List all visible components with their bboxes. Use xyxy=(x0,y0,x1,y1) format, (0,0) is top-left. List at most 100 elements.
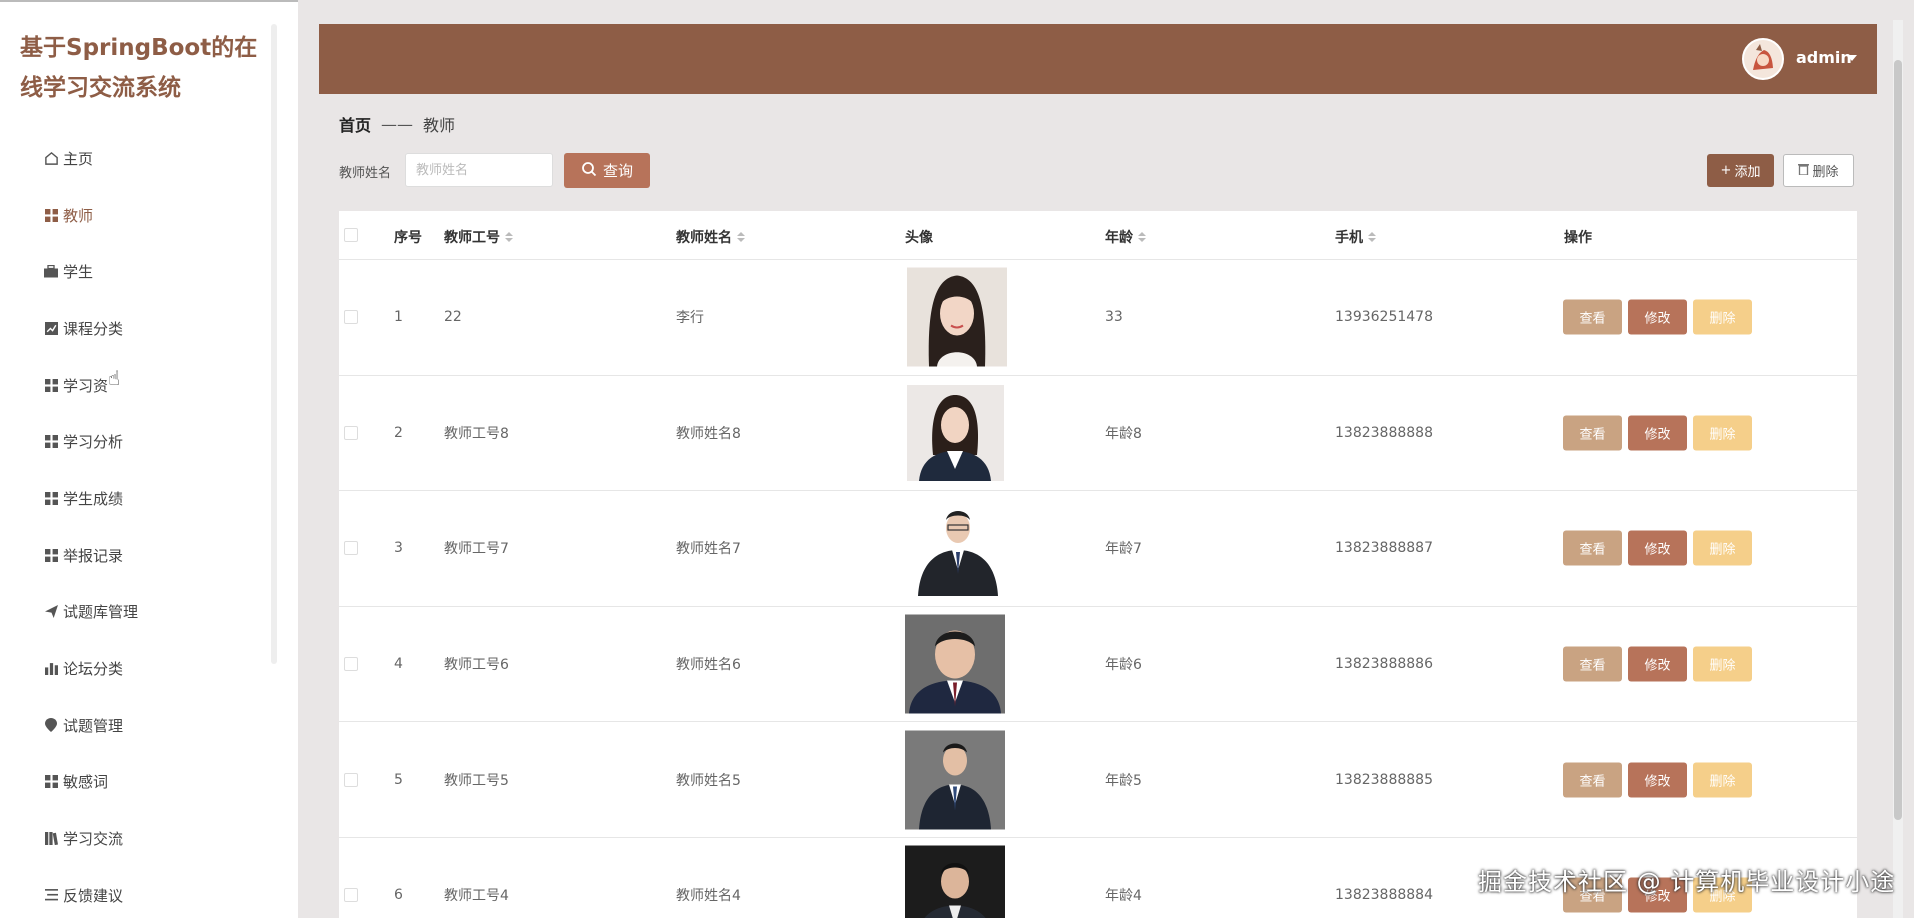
edit-button[interactable]: 修改 xyxy=(1628,762,1687,798)
row-actions: 查看 修改 删除 xyxy=(1563,299,1752,335)
sidebar-item-report-records[interactable]: 举报记录 xyxy=(0,527,270,584)
plus-icon: + xyxy=(1720,163,1732,178)
username[interactable]: admin xyxy=(1796,48,1852,67)
teacher-photo[interactable] xyxy=(912,500,1004,597)
grid-icon xyxy=(43,207,59,223)
query-button[interactable]: 查询 xyxy=(564,153,650,188)
cell-index: 5 xyxy=(394,771,403,788)
row-checkbox[interactable] xyxy=(344,888,358,903)
location-pin-icon xyxy=(43,717,59,733)
sidebar-item-learning-resources[interactable]: 学习资 xyxy=(0,357,270,414)
column-header-avatar: 头像 xyxy=(905,227,933,247)
add-button[interactable]: + 添加 xyxy=(1707,154,1774,187)
table-row: 3 教师工号7 教师姓名7 年龄7 13823888887 查看 修改 删除 xyxy=(339,490,1857,606)
sidebar-scrollbar[interactable] xyxy=(271,24,277,664)
row-checkbox[interactable] xyxy=(344,657,358,672)
row-actions: 查看 修改 删除 xyxy=(1563,646,1752,682)
sidebar-item-student[interactable]: 学生 xyxy=(0,243,270,300)
row-checkbox[interactable] xyxy=(344,541,358,556)
teacher-photo[interactable] xyxy=(905,614,1005,714)
row-checkbox[interactable] xyxy=(344,772,358,787)
sidebar-item-label: 论坛分类 xyxy=(63,660,124,679)
teacher-photo[interactable] xyxy=(905,730,1005,830)
sidebar-item-home[interactable]: 主页 xyxy=(0,130,270,187)
column-header-label: 教师工号 xyxy=(444,230,500,246)
teacher-photo[interactable] xyxy=(907,384,1004,481)
breadcrumb-home[interactable]: 首页 xyxy=(339,112,371,136)
sort-icon[interactable] xyxy=(737,232,745,242)
sidebar-item-feedback[interactable]: 反馈建议 xyxy=(0,867,270,918)
sidebar-item-label: 敏感词 xyxy=(63,773,109,792)
sidebar-item-label: 试题管理 xyxy=(63,716,124,735)
column-header-age[interactable]: 年龄 xyxy=(1105,227,1146,247)
sidebar-item-question-bank[interactable]: 试题库管理 xyxy=(0,584,270,641)
cell-index: 4 xyxy=(394,656,403,673)
column-header-operations: 操作 xyxy=(1564,227,1592,247)
chevron-down-icon[interactable] xyxy=(1847,55,1857,61)
watermark: 掘金技术社区 @ 计算机毕业设计小途 xyxy=(1478,868,1896,896)
query-button-label: 查询 xyxy=(602,162,633,180)
column-header-label: 序号 xyxy=(394,230,422,246)
delete-button[interactable]: 删除 xyxy=(1693,415,1752,451)
sidebar-item-learning-exchange[interactable]: 学习交流 xyxy=(0,810,270,867)
cell-code: 教师工号7 xyxy=(444,541,509,558)
column-header-name[interactable]: 教师姓名 xyxy=(676,227,745,247)
page-scrollbar-thumb[interactable] xyxy=(1894,60,1902,820)
edit-button[interactable]: 修改 xyxy=(1628,646,1687,682)
view-button[interactable]: 查看 xyxy=(1563,762,1622,798)
sidebar-item-teacher[interactable]: 教师 xyxy=(0,187,270,244)
delete-button[interactable]: 删除 xyxy=(1693,646,1752,682)
sidebar-item-course-category[interactable]: 课程分类 xyxy=(0,300,270,357)
teacher-photo[interactable] xyxy=(907,267,1007,367)
search-icon xyxy=(581,161,597,181)
grid-icon xyxy=(43,434,59,450)
sidebar-item-student-scores[interactable]: 学生成绩 xyxy=(0,470,270,527)
sidebar-item-label: 学生 xyxy=(63,263,94,282)
delete-button[interactable]: 删除 xyxy=(1693,299,1752,335)
sidebar-menu: 主页 教师 学生 课程分类 学习资 学习分析 学生成绩 举报记录 试题库管理 论… xyxy=(0,130,270,918)
page-scrollbar[interactable] xyxy=(1893,20,1903,918)
grid-icon xyxy=(43,547,59,563)
column-header-label: 手机 xyxy=(1335,230,1363,246)
column-header-phone[interactable]: 手机 xyxy=(1335,227,1376,247)
sidebar-item-sensitive-words[interactable]: 敏感词 xyxy=(0,754,270,811)
view-button[interactable]: 查看 xyxy=(1563,530,1622,566)
cell-code: 教师工号6 xyxy=(444,657,509,674)
row-checkbox[interactable] xyxy=(344,310,358,325)
teacher-photo[interactable] xyxy=(905,845,1005,918)
sidebar-item-question-management[interactable]: 试题管理 xyxy=(0,697,270,754)
delete-button[interactable]: 删除 xyxy=(1693,762,1752,798)
row-checkbox[interactable] xyxy=(344,425,358,440)
sort-icon[interactable] xyxy=(1368,232,1376,242)
user-avatar[interactable] xyxy=(1742,38,1784,80)
search-input[interactable] xyxy=(405,153,553,187)
batch-delete-button[interactable]: 删除 xyxy=(1783,154,1854,187)
sidebar-item-label: 举报记录 xyxy=(63,546,124,565)
cell-phone: 13823888886 xyxy=(1335,656,1433,673)
table-row: 1 22 李行 33 13936251478 查看 修改 删除 xyxy=(339,259,1857,375)
column-header-label: 教师姓名 xyxy=(676,230,732,246)
delete-button[interactable]: 删除 xyxy=(1693,530,1752,566)
view-button[interactable]: 查看 xyxy=(1563,299,1622,335)
view-button[interactable]: 查看 xyxy=(1563,646,1622,682)
row-actions: 查看 修改 删除 xyxy=(1563,762,1752,798)
grid-icon xyxy=(43,377,59,393)
row-actions: 查看 修改 删除 xyxy=(1563,415,1752,451)
edit-button[interactable]: 修改 xyxy=(1628,415,1687,451)
edit-button[interactable]: 修改 xyxy=(1628,299,1687,335)
sidebar-item-learning-analysis[interactable]: 学习分析 xyxy=(0,413,270,470)
column-header-label: 年龄 xyxy=(1105,230,1133,246)
add-button-label: 添加 xyxy=(1734,165,1761,180)
sort-icon[interactable] xyxy=(1138,232,1146,242)
select-all-checkbox[interactable] xyxy=(344,228,358,242)
view-button[interactable]: 查看 xyxy=(1563,415,1622,451)
sort-icon[interactable] xyxy=(505,232,513,242)
sidebar-item-forum-category[interactable]: 论坛分类 xyxy=(0,640,270,697)
sidebar: 基于SpringBoot的在线学习交流系统 主页 教师 学生 课程分类 学习资 … xyxy=(0,0,298,918)
delete-button-label: 删除 xyxy=(1812,165,1839,180)
table-row: 4 教师工号6 教师姓名6 年龄6 13823888886 查看 修改 删除 xyxy=(339,605,1857,722)
column-header-label: 操作 xyxy=(1564,230,1592,246)
column-header-code[interactable]: 教师工号 xyxy=(444,227,513,247)
cell-phone: 13823888884 xyxy=(1335,887,1433,904)
edit-button[interactable]: 修改 xyxy=(1628,530,1687,566)
